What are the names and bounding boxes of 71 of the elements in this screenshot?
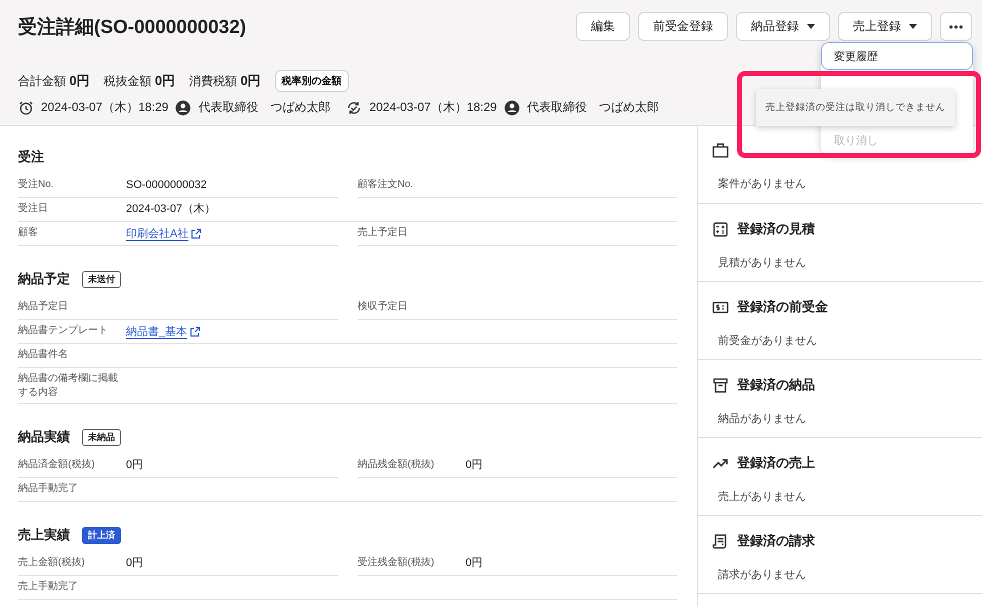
timestamp: 2024-03-07（木）18:29 bbox=[369, 99, 497, 116]
external-link-icon bbox=[190, 228, 202, 240]
field-label: 受注残金額(税抜) bbox=[358, 556, 436, 570]
field-label: 受注No. bbox=[18, 178, 55, 192]
user-name: 代表取締役 つばめ太郎 bbox=[526, 99, 659, 116]
tax-rate-button[interactable]: 税率別の金額 bbox=[274, 70, 349, 92]
field-label: 納品予定日 bbox=[18, 300, 69, 314]
field-label: 売上手動完了 bbox=[18, 580, 79, 594]
field-label: 納品書の備考欄に掲載する内容 bbox=[18, 372, 119, 400]
field-value: SO-0000000032 bbox=[126, 178, 207, 193]
field-label: 顧客 bbox=[18, 226, 39, 240]
action-button[interactable]: 編集 bbox=[576, 12, 630, 41]
field-value: 0円 bbox=[126, 556, 144, 571]
receipt-icon bbox=[712, 532, 729, 550]
field-label: 納品書件名 bbox=[18, 348, 69, 362]
field-link[interactable]: 印刷会社A社 bbox=[126, 226, 202, 242]
status-badge: 未送付 bbox=[82, 270, 121, 288]
dropdown-button[interactable]: 売上登録 bbox=[838, 12, 932, 41]
panel-title: 登録済の売上 bbox=[737, 454, 815, 472]
user-avatar-icon bbox=[175, 100, 192, 116]
caret-icon bbox=[807, 24, 815, 29]
field-label: 受注日 bbox=[18, 202, 49, 216]
more-icon bbox=[948, 24, 964, 28]
field-value: 0円 bbox=[466, 556, 483, 571]
empty-message: 売上がありません bbox=[717, 490, 807, 504]
panel-title: 登録済の納品 bbox=[737, 376, 815, 394]
section-title: 納品予定 bbox=[18, 270, 70, 288]
summary-amount: 消費税額 0円 bbox=[189, 72, 261, 90]
briefcase-icon bbox=[712, 142, 729, 159]
action-button[interactable]: 前受金登録 bbox=[638, 12, 728, 41]
field-label: 顧客注文No. bbox=[358, 178, 414, 192]
summary-amount: 税抜金額 0円 bbox=[104, 72, 176, 90]
status-badge: 未納品 bbox=[82, 428, 121, 446]
panel-title: 登録済の見積 bbox=[737, 220, 815, 238]
dropdown-button[interactable]: 納品登録 bbox=[736, 12, 830, 41]
field-value: 0円 bbox=[126, 458, 144, 473]
section-title: 売上実績 bbox=[18, 526, 70, 544]
empty-message: 請求がありません bbox=[717, 568, 807, 582]
empty-message: 前受金がありません bbox=[717, 334, 818, 348]
caret-icon bbox=[909, 24, 917, 29]
page-title: 受注詳細(SO-0000000032) bbox=[18, 16, 246, 40]
status-badge: 計上済 bbox=[82, 526, 121, 544]
field-label: 納品残金額(税抜) bbox=[358, 458, 436, 472]
archive-box-icon bbox=[712, 376, 729, 394]
field-label: 検収予定日 bbox=[358, 300, 408, 314]
more-button[interactable] bbox=[940, 12, 972, 41]
calculator-icon bbox=[712, 220, 729, 238]
menu-item[interactable]: 変更履歴 bbox=[821, 42, 973, 70]
panel-title: 登録済の請求 bbox=[737, 532, 815, 550]
field-link[interactable]: 納品書_基本 bbox=[126, 324, 202, 340]
field-label: 売上金額(税抜) bbox=[18, 556, 86, 570]
timestamp: 2024-03-07（木）18:29 bbox=[41, 99, 168, 116]
empty-message: 案件がありません bbox=[717, 176, 807, 191]
field-label: 納品済金額(税抜) bbox=[18, 458, 96, 472]
user-name: 代表取締役 つばめ太郎 bbox=[198, 99, 330, 116]
alarm-clock-icon bbox=[18, 100, 34, 116]
external-link-icon bbox=[189, 326, 202, 338]
section-title: 納品実績 bbox=[18, 428, 70, 446]
section-title: 受注 bbox=[18, 148, 44, 166]
field-label: 納品手動完了 bbox=[18, 482, 79, 496]
field-label: 売上予定日 bbox=[358, 226, 408, 240]
field-value: 0円 bbox=[466, 458, 483, 473]
tooltip: 売上登録済の受注は取り消しできません bbox=[756, 89, 955, 126]
field-value: 2024-03-07（木） bbox=[126, 202, 216, 217]
empty-message: 見積がありません bbox=[717, 256, 807, 270]
summary-amount: 合計金額 0円 bbox=[18, 72, 90, 90]
empty-message: 納品がありません bbox=[717, 412, 807, 426]
user-avatar-icon bbox=[504, 100, 520, 116]
panel-title: 登録済の前受金 bbox=[737, 298, 828, 316]
field-label: 納品書テンプレート bbox=[18, 324, 109, 338]
refresh-check-icon bbox=[346, 100, 362, 116]
